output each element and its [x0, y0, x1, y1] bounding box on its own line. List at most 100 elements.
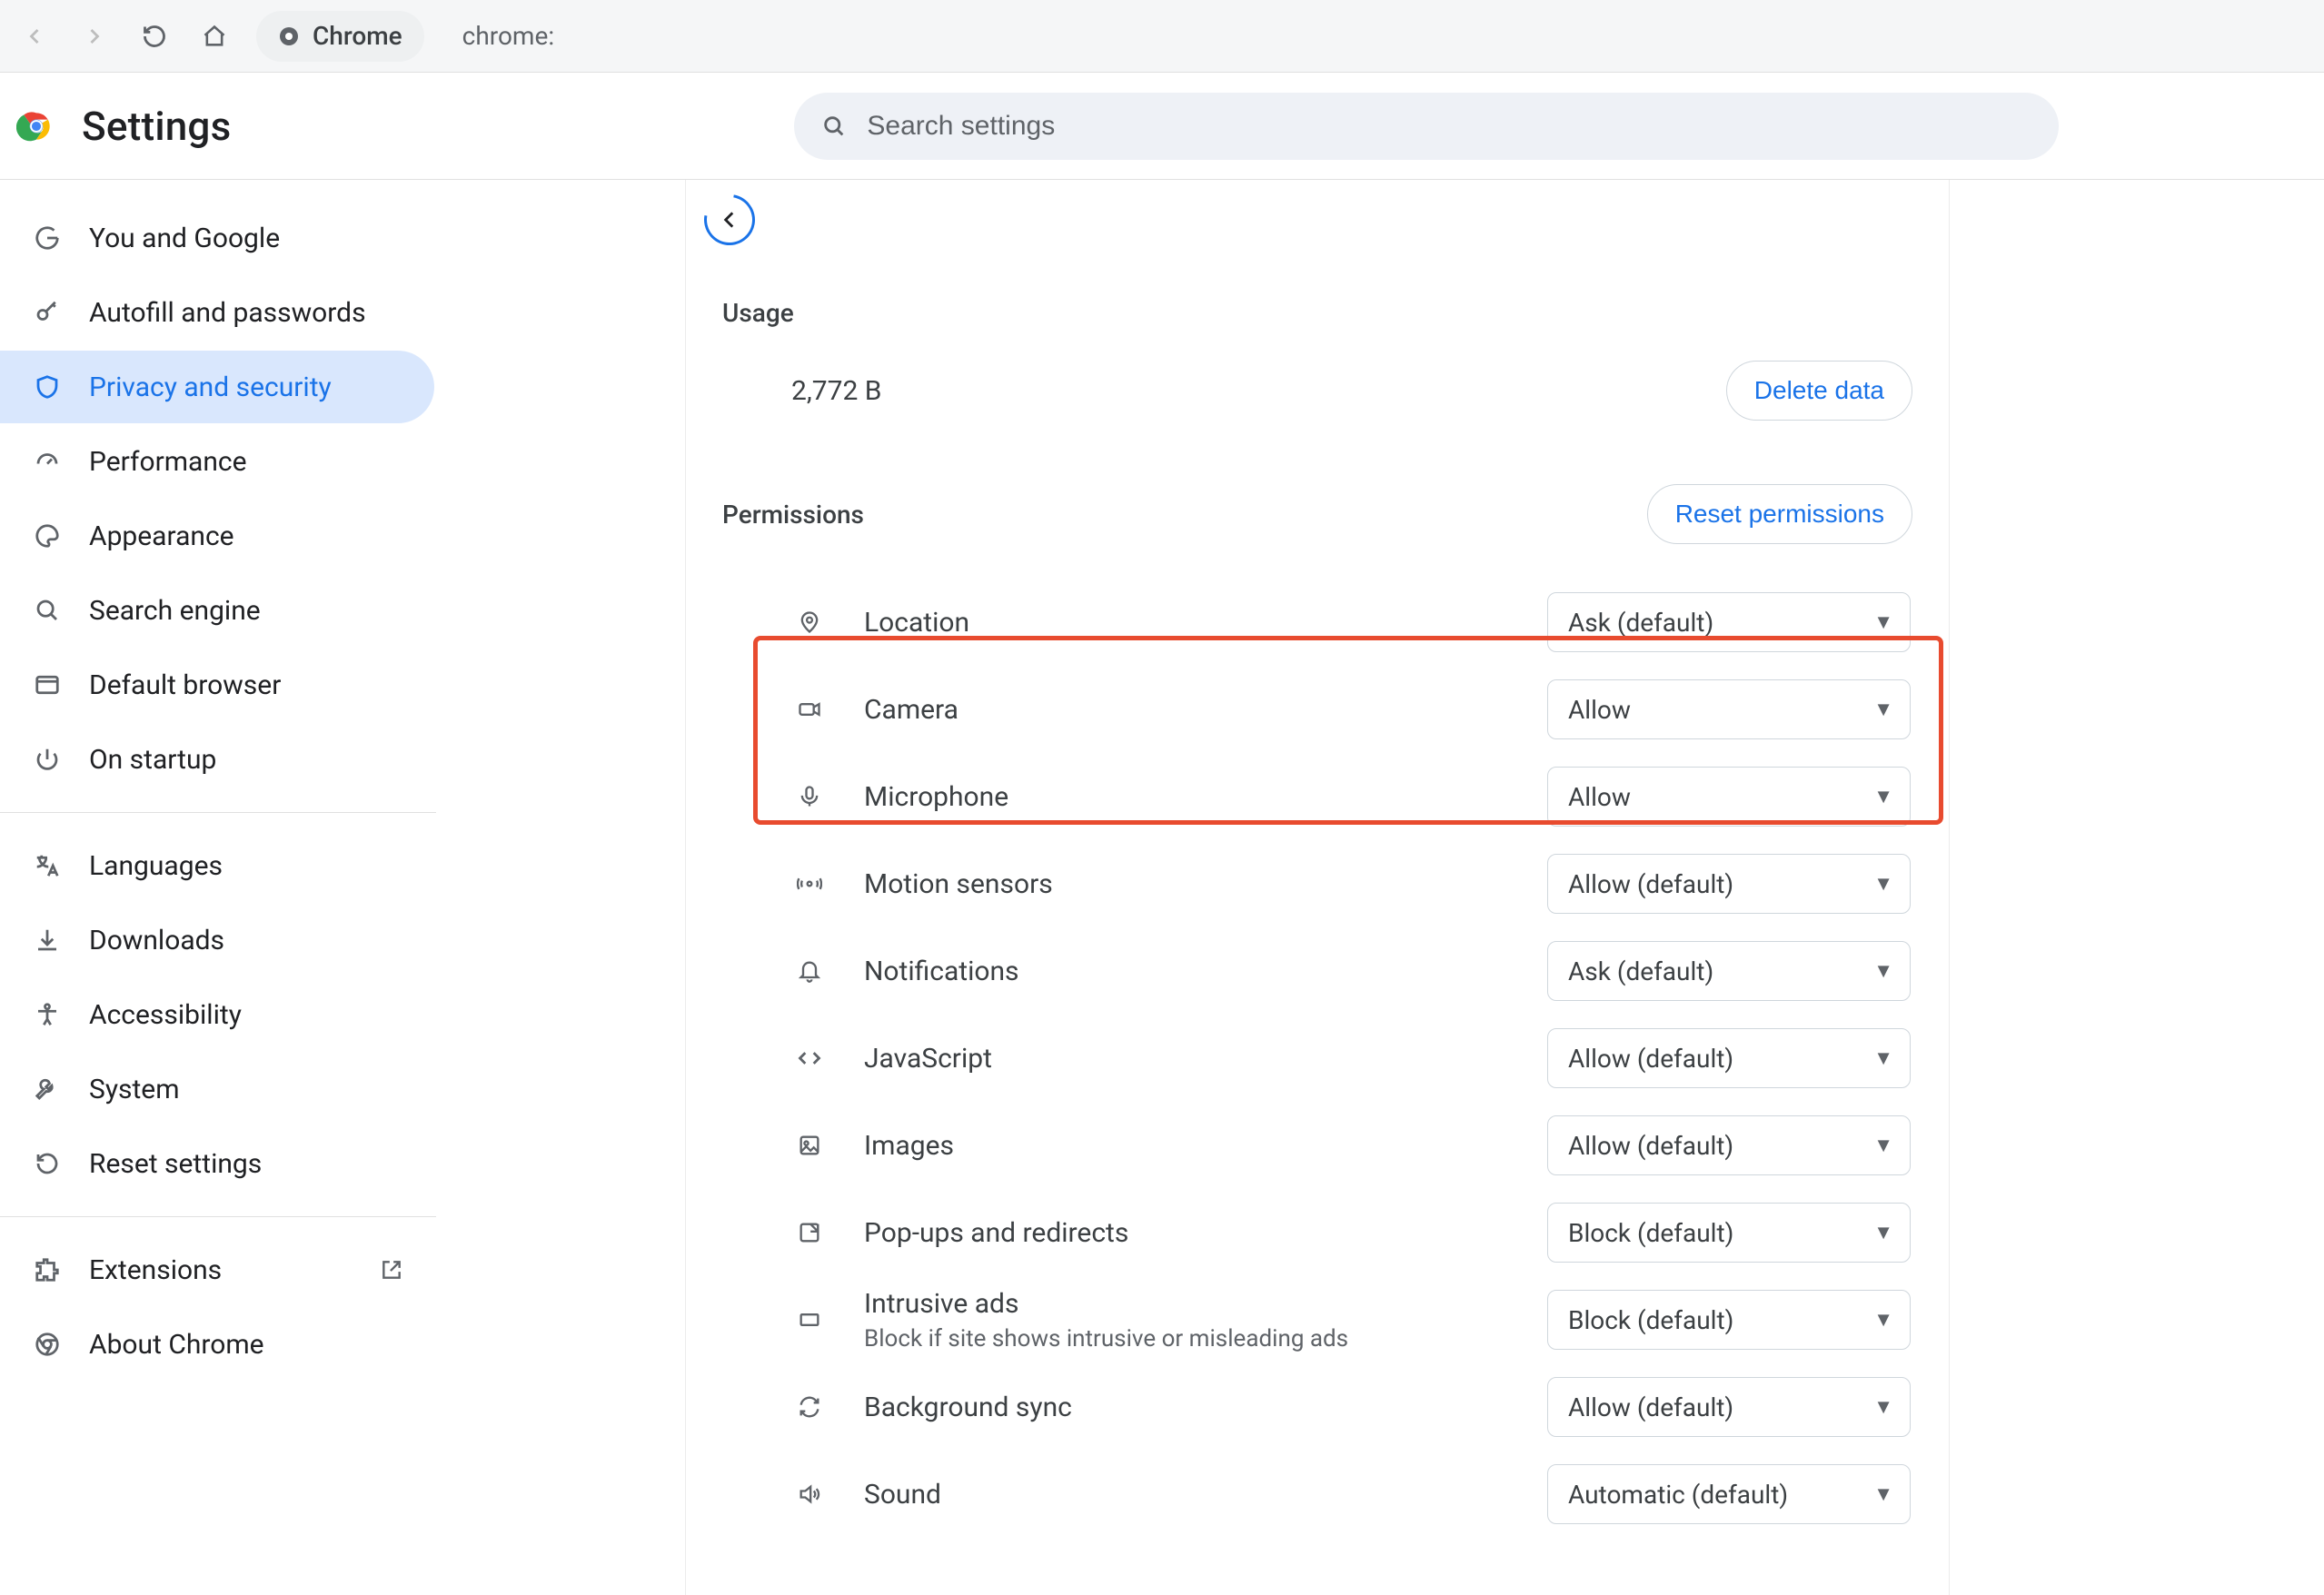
settings-card: Usage 2,772 B Delete data Permissions Re…	[685, 180, 1950, 1595]
sidebar-item-label: Privacy and security	[89, 372, 332, 403]
location-icon	[790, 609, 829, 635]
permission-row-notifications: NotificationsAsk (default)▼	[722, 927, 1912, 1015]
site-chip-label: Chrome	[313, 21, 402, 51]
permission-label: JavaScript	[864, 1043, 1547, 1075]
permission-select-popups[interactable]: Block (default)▼	[1547, 1203, 1911, 1263]
site-chip[interactable]: Chrome	[256, 11, 424, 62]
permission-label: Motion sensors	[864, 868, 1547, 900]
permission-select-value: Allow (default)	[1568, 1044, 1733, 1074]
sidebar-item-languages[interactable]: Languages	[0, 829, 434, 902]
sidebar-item-about-chrome[interactable]: About Chrome	[0, 1308, 434, 1381]
forward-nav-icon[interactable]	[76, 18, 113, 54]
wrench-icon	[31, 1073, 64, 1105]
sidebar-item-label: Accessibility	[89, 999, 242, 1031]
permission-label: Background sync	[864, 1392, 1547, 1423]
permission-label: Microphone	[864, 781, 1547, 813]
power-icon	[31, 743, 64, 776]
page-title: Settings	[82, 103, 231, 150]
sidebar-item-downloads[interactable]: Downloads	[0, 904, 434, 976]
sidebar-item-accessibility[interactable]: Accessibility	[0, 978, 434, 1051]
permission-row-camera: CameraAllow▼	[722, 666, 1912, 753]
sidebar-item-search-engine[interactable]: Search engine	[0, 574, 434, 647]
motion-icon	[790, 871, 829, 897]
permission-select-images[interactable]: Allow (default) ▼	[1547, 1115, 1911, 1175]
arrow-left-icon	[718, 208, 741, 232]
permission-select-location[interactable]: Ask (default)▼	[1547, 592, 1911, 652]
chevron-down-icon: ▼	[1873, 698, 1893, 721]
permission-select-ads[interactable]: Block (default)▼	[1547, 1290, 1911, 1350]
search-icon	[821, 114, 847, 139]
sidebar-item-reset-settings[interactable]: Reset settings	[0, 1127, 434, 1200]
google-g-icon	[31, 222, 64, 254]
chevron-down-icon: ▼	[1873, 872, 1893, 896]
chevron-down-icon: ▼	[1873, 1134, 1893, 1157]
sidebar-item-label: Autofill and passwords	[89, 297, 366, 329]
chevron-down-icon: ▼	[1873, 785, 1893, 808]
usage-row: 2,772 B Delete data	[722, 361, 1912, 484]
javascript-icon	[790, 1045, 829, 1071]
address-bar-text[interactable]: chrome:	[462, 21, 554, 51]
popups-icon	[790, 1220, 829, 1245]
sidebar-item-system[interactable]: System	[0, 1053, 434, 1125]
sidebar-item-privacy-security[interactable]: Privacy and security	[0, 351, 434, 423]
permissions-header: Permissions Reset permissions	[722, 484, 1912, 544]
sidebar-item-label: You and Google	[89, 223, 280, 254]
sidebar-item-label: Search engine	[89, 595, 261, 627]
sidebar-item-performance[interactable]: Performance	[0, 425, 434, 498]
sidebar-item-label: Performance	[89, 446, 247, 478]
chevron-down-icon: ▼	[1873, 1482, 1893, 1506]
permission-label: Sound	[864, 1479, 1547, 1511]
browser-icon	[31, 669, 64, 701]
chevron-down-icon: ▼	[1873, 1046, 1893, 1070]
download-icon	[31, 924, 64, 956]
permission-select-value: Block (default)	[1568, 1218, 1733, 1248]
translate-icon	[31, 849, 64, 882]
accessibility-icon	[31, 998, 64, 1031]
permission-select-notifications[interactable]: Ask (default)▼	[1547, 941, 1911, 1001]
usage-value: 2,772 B	[791, 375, 881, 407]
ads-icon	[790, 1307, 829, 1332]
notifications-icon	[790, 958, 829, 984]
search-input[interactable]	[867, 111, 2031, 142]
sidebar-divider	[0, 1216, 436, 1217]
sidebar-item-label: Default browser	[89, 669, 281, 701]
delete-data-button[interactable]: Delete data	[1726, 361, 1912, 421]
permission-label: Pop-ups and redirects	[864, 1217, 1547, 1249]
permission-select-sound[interactable]: Automatic (default)▼	[1547, 1464, 1911, 1524]
shield-icon	[31, 371, 64, 403]
permission-label: Intrusive ads	[864, 1288, 1547, 1320]
permission-select-value: Allow (default)	[1568, 1131, 1733, 1161]
permission-sublabel: Block if site shows intrusive or mislead…	[864, 1325, 1547, 1352]
sidebar-item-label: Downloads	[89, 925, 224, 956]
sidebar-item-label: Extensions	[89, 1254, 222, 1286]
sidebar-item-extensions[interactable]: Extensions	[0, 1233, 434, 1306]
images-icon	[790, 1133, 829, 1158]
permission-select-motion[interactable]: Allow (default)▼	[1547, 854, 1911, 914]
sidebar-item-appearance[interactable]: Appearance	[0, 500, 434, 572]
sidebar-item-default-browser[interactable]: Default browser	[0, 649, 434, 721]
sidebar-item-label: Languages	[89, 850, 223, 882]
sidebar-item-autofill[interactable]: Autofill and passwords	[0, 276, 434, 349]
permission-row-javascript: JavaScript Allow (default) ▼	[722, 1015, 1912, 1102]
permission-select-javascript[interactable]: Allow (default) ▼	[1547, 1028, 1911, 1088]
back-nav-icon[interactable]	[16, 18, 53, 54]
sidebar-item-label: System	[89, 1074, 180, 1105]
home-icon[interactable]	[196, 18, 233, 54]
chrome-outline-icon	[31, 1328, 64, 1361]
search-icon	[31, 594, 64, 627]
sidebar-item-you-and-google[interactable]: You and Google	[0, 202, 434, 274]
permission-select-camera[interactable]: Allow▼	[1547, 679, 1911, 739]
permission-select-value: Allow	[1568, 782, 1631, 812]
search-settings[interactable]	[794, 93, 2059, 160]
speedometer-icon	[31, 445, 64, 478]
sidebar-item-label: About Chrome	[89, 1329, 264, 1361]
permission-row-ads: Intrusive ads Block if site shows intrusi…	[722, 1276, 1912, 1363]
permission-row-images: ImagesAllow (default)▼	[722, 1102, 1912, 1189]
permission-select-microphone[interactable]: Allow ▼	[1547, 767, 1911, 827]
reset-permissions-button[interactable]: Reset permissions	[1647, 484, 1912, 544]
permission-select-bgsync[interactable]: Allow (default)▼	[1547, 1377, 1911, 1437]
external-link-icon	[380, 1258, 403, 1282]
reload-icon[interactable]	[136, 18, 173, 54]
sidebar-item-on-startup[interactable]: On startup	[0, 723, 434, 796]
extension-icon	[31, 1253, 64, 1286]
